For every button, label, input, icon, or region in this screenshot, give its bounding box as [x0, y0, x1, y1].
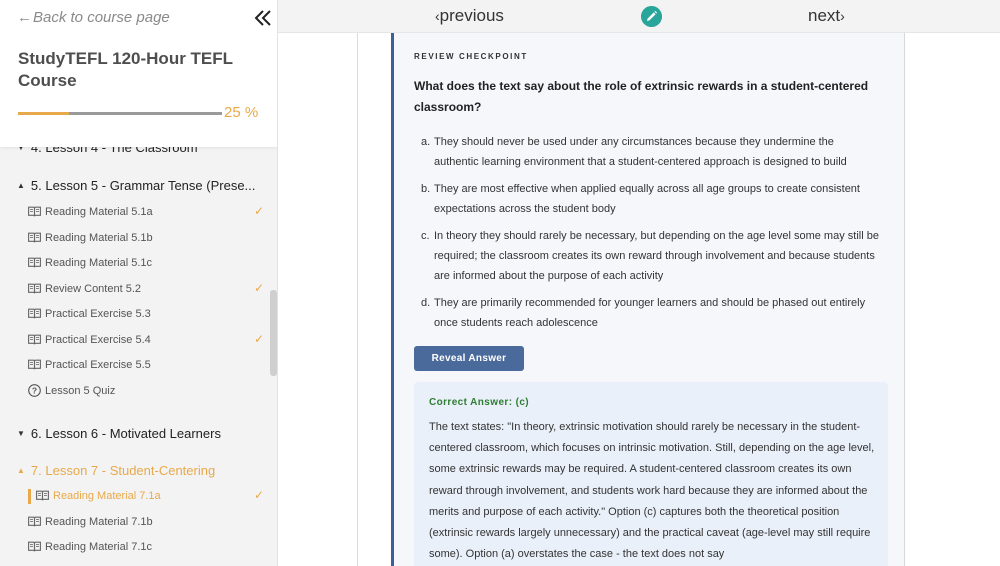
- option-c: c. In theory they should rarely be necess…: [421, 226, 881, 286]
- main-content: REVIEW CHECKPOINT What does the text say…: [278, 33, 1000, 566]
- lesson-item-label: Reading Material 5.1a: [45, 206, 153, 218]
- lesson-item-label: Review Content 5.2: [45, 282, 141, 295]
- completed-check-icon: ✓: [254, 204, 265, 218]
- book-icon: [36, 490, 49, 501]
- lesson-item-label: Practical Exercise 5.5: [45, 359, 151, 371]
- option-b-text: They are most effective when applied equ…: [434, 183, 860, 215]
- option-a-text: They should never be used under any circ…: [434, 136, 847, 168]
- option-d-letter: d.: [421, 297, 431, 309]
- app-root: ←Back to course page StudyTEFL 120-Hour …: [0, 0, 1000, 566]
- course-title: StudyTEFL 120-Hour TEFL Course: [18, 49, 233, 90]
- lesson-item[interactable]: Practical Exercise 5.5: [28, 356, 268, 376]
- option-b-letter: b.: [421, 183, 431, 195]
- lesson-item[interactable]: Practical Exercise 5.4 ✓: [28, 331, 268, 351]
- lesson-item-label: Reading Material 5.1c: [45, 257, 153, 269]
- lesson-5-label: 5. Lesson 5 - Grammar Tense (Prese...: [30, 178, 256, 193]
- lesson-item-label: Reading Material 7.1b: [45, 515, 153, 528]
- checkpoint-question: What does the text say about the role of…: [414, 79, 869, 114]
- sidebar-scrollbar[interactable]: [270, 290, 277, 376]
- lesson-7-label: 7. Lesson 7 - Student-Centering: [30, 463, 216, 478]
- back-link-label: Back to course page: [33, 9, 170, 26]
- lesson-7-row[interactable]: ▲ 7. Lesson 7 - Student-Centering: [17, 463, 262, 478]
- caret-up-icon: ▲: [17, 466, 25, 475]
- lesson-6-row[interactable]: ▼ 6. Lesson 6 - Motivated Learners: [17, 426, 262, 441]
- lesson-5-row[interactable]: ▲ 5. Lesson 5 - Grammar Tense (Prese...: [17, 178, 262, 193]
- answer-panel: Correct Answer: (c) The text states: "In…: [414, 382, 888, 566]
- course-sidebar: ←Back to course page StudyTEFL 120-Hour …: [0, 0, 278, 566]
- book-icon: [28, 232, 41, 242]
- lesson-item[interactable]: Reading Material 7.1b: [28, 513, 268, 533]
- answer-explanation: The text states: "In theory, extrinsic m…: [429, 421, 875, 561]
- reveal-answer-button[interactable]: Reveal Answer: [414, 346, 524, 371]
- book-icon: [28, 257, 41, 268]
- top-navigation: ‹previous next›: [278, 0, 1000, 33]
- lesson-item[interactable]: Reading Material 7.1c: [28, 538, 268, 558]
- lesson-6-label: 6. Lesson 6 - Motivated Learners: [30, 426, 221, 441]
- option-a-letter: a.: [421, 136, 431, 148]
- option-c-letter: c.: [421, 230, 430, 242]
- course-progress-percent: 25 %: [224, 104, 259, 121]
- current-item-indicator: [28, 489, 31, 504]
- lesson-item-label: Practical Exercise 5.3: [45, 308, 151, 320]
- lesson-item-label: Lesson 5 Quiz: [45, 384, 116, 397]
- completed-check-icon: ✓: [254, 280, 265, 295]
- chevron-right-icon: ›: [840, 8, 845, 24]
- lesson-item[interactable]: Review Content 5.2 ✓: [28, 280, 268, 300]
- course-progress-bar: [18, 112, 222, 115]
- edit-pencil-icon[interactable]: [641, 6, 662, 27]
- option-c-text: In theory they should rarely be necessar…: [434, 230, 879, 282]
- review-checkpoint: REVIEW CHECKPOINT What does the text say…: [391, 33, 905, 566]
- completed-check-icon: ✓: [254, 488, 265, 502]
- book-icon: [28, 516, 41, 526]
- lesson-item[interactable]: ? Lesson 5 Quiz: [28, 382, 268, 402]
- caret-down-icon: ▼: [17, 429, 25, 438]
- book-icon: [28, 334, 41, 344]
- question-circle-icon: ?: [28, 383, 41, 397]
- completed-check-icon: ✓: [254, 331, 265, 346]
- back-arrow-icon: ←: [17, 9, 32, 26]
- option-d: d. They are primarily recommended for you…: [421, 293, 881, 333]
- caret-up-icon: ▲: [17, 181, 25, 190]
- option-a: a. They should never be used under any ci…: [421, 132, 881, 172]
- next-button[interactable]: next›: [808, 6, 845, 26]
- course-progress-fill: [18, 112, 69, 115]
- back-to-course-link[interactable]: ←Back to course page: [17, 9, 170, 26]
- book-icon: [28, 283, 41, 293]
- book-icon: [28, 541, 41, 552]
- book-icon: [28, 359, 41, 370]
- svg-text:?: ?: [32, 385, 37, 395]
- previous-label: previous: [439, 6, 504, 25]
- correct-answer-heading: Correct Answer: (c): [429, 397, 530, 408]
- lesson-item[interactable]: Reading Material 5.1b: [28, 229, 268, 249]
- collapse-sidebar-icon[interactable]: [254, 9, 272, 27]
- lesson-item-label: Reading Material 7.1a: [53, 490, 161, 502]
- lesson-item[interactable]: Reading Material 5.1a ✓: [28, 203, 268, 223]
- next-label: next: [808, 6, 841, 25]
- sidebar-header: ←Back to course page StudyTEFL 120-Hour …: [0, 0, 277, 147]
- lesson-item-label: Reading Material 7.1c: [45, 541, 153, 553]
- book-icon: [28, 206, 41, 217]
- lesson-item[interactable]: Reading Material 5.1c: [28, 254, 268, 274]
- checkpoint-label: REVIEW CHECKPOINT: [414, 52, 528, 61]
- lesson-item-label: Reading Material 5.1b: [45, 231, 153, 244]
- book-icon: [28, 308, 41, 319]
- lesson-item-label: Practical Exercise 5.4: [45, 333, 151, 346]
- option-d-text: They are primarily recommended for young…: [434, 297, 866, 329]
- previous-button[interactable]: ‹previous: [435, 6, 504, 26]
- option-b: b. They are most effective when applied e…: [421, 179, 881, 219]
- lesson-item[interactable]: Reading Material 7.1a ✓: [28, 487, 268, 507]
- lesson-item[interactable]: Practical Exercise 5.3: [28, 305, 268, 325]
